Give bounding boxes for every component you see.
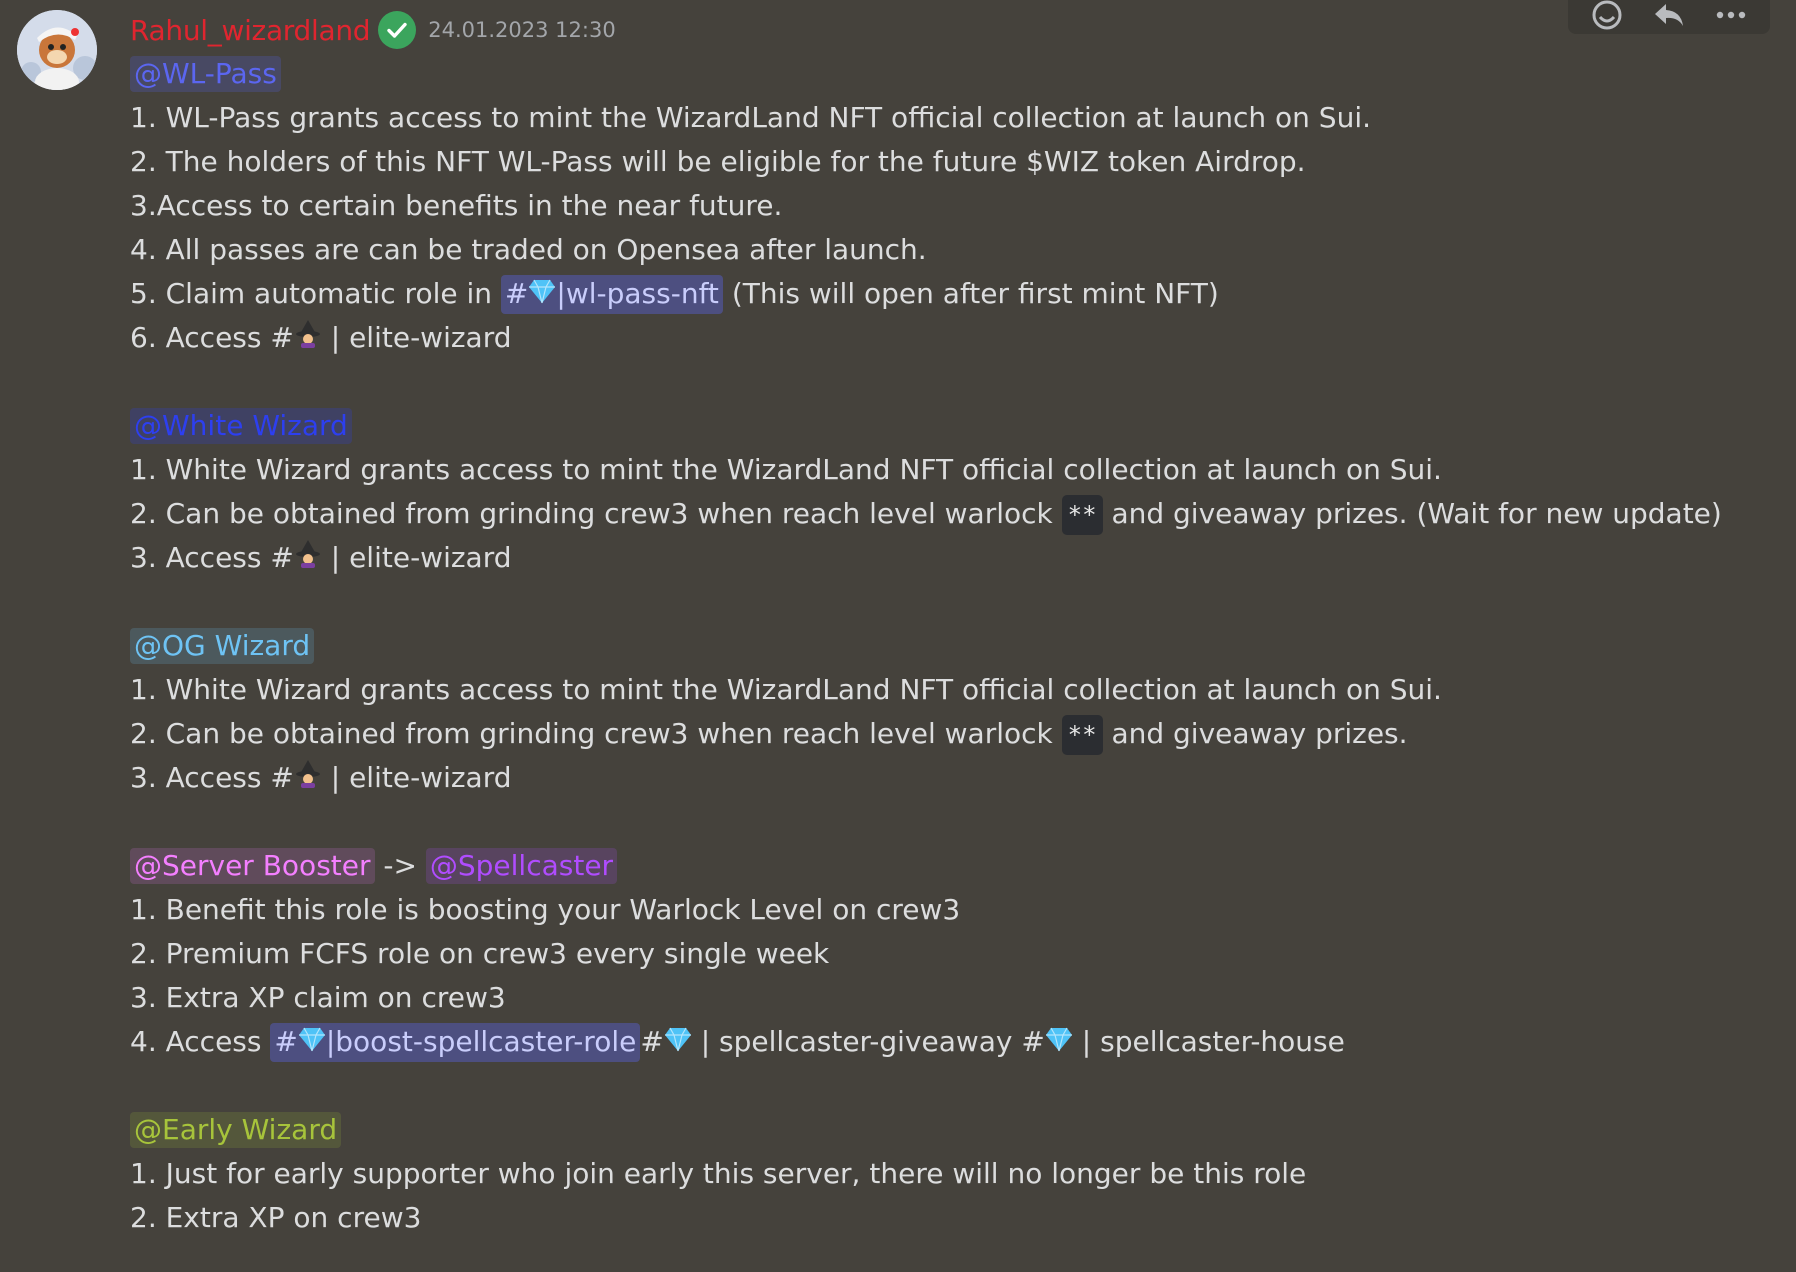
witch-icon	[294, 537, 322, 581]
channel-name[interactable]: elite-wizard	[349, 761, 511, 794]
text-line: 1. Benefit this role is boosting your Wa…	[130, 893, 961, 926]
gem-icon	[298, 1024, 326, 1062]
text-line: 2. Can be obtained from grinding crew3 w…	[130, 492, 1770, 536]
text-span: 2. Can be obtained from grinding crew3 w…	[130, 717, 1062, 750]
text-line: 1. White Wizard grants access to mint th…	[130, 453, 1442, 486]
channel-name[interactable]: elite-wizard	[349, 321, 511, 354]
witch-icon	[294, 757, 322, 801]
text-line: 1. White Wizard grants access to mint th…	[130, 673, 1442, 706]
gem-icon	[664, 1021, 692, 1065]
text-span: ->	[374, 849, 426, 882]
text-line: 4. Access # |boost-spellcaster-role # | sp…	[130, 1020, 1770, 1064]
gem-icon	[1045, 1021, 1073, 1065]
text-line: 2. Can be obtained from grinding crew3 w…	[130, 712, 1770, 756]
inline-code: **	[1061, 715, 1103, 755]
hash-icon: #	[274, 1025, 298, 1058]
text-line: 3.Access to certain benefits in the near…	[130, 189, 783, 222]
role-mention-server-booster[interactable]: @Server Booster	[130, 848, 375, 884]
channel-name: |boost-spellcaster-role	[325, 1025, 637, 1058]
timestamp: 24.01.2023 12:30	[428, 18, 616, 42]
channel-name[interactable]: spellcaster-giveaway #	[719, 1025, 1045, 1058]
channel-link-wl-pass-nft[interactable]: # |wl-pass-nft	[500, 275, 723, 314]
more-icon[interactable]	[1709, 0, 1753, 35]
avatar[interactable]	[17, 10, 97, 90]
channel-name[interactable]: elite-wizard	[349, 541, 511, 574]
role-mention-spellcaster[interactable]: @Spellcaster	[425, 848, 618, 884]
verified-icon	[378, 11, 417, 49]
channel-name: |wl-pass-nft	[556, 277, 719, 310]
username[interactable]: Rahul_wizardland	[130, 14, 371, 47]
message-toolbar	[1568, 0, 1770, 34]
add-reaction-icon[interactable]	[1585, 0, 1629, 35]
text-line: 5. Claim automatic role in # |wl-pass-nft…	[130, 272, 1770, 316]
separator: |	[321, 321, 350, 354]
role-mention-wl-pass[interactable]: @WL-Pass	[130, 56, 281, 92]
text-line: 3. Access # | elite-wizard	[130, 536, 1770, 580]
hash-icon: #	[504, 277, 529, 310]
separator: |	[691, 1025, 720, 1058]
text-line: 3. Extra XP claim on crew3	[130, 981, 506, 1014]
text-line: 2. Premium FCFS role on crew3 every sing…	[130, 937, 830, 970]
channel-name[interactable]: spellcaster-house	[1100, 1025, 1345, 1058]
text-line: 3. Access # | elite-wizard	[130, 756, 1770, 800]
message-header: Rahul_wizardland 24.01.2023 12:30	[130, 8, 616, 52]
text-span: (This will open after first mint NFT)	[722, 277, 1219, 310]
hash-text: #	[640, 1025, 664, 1058]
inline-code: **	[1061, 495, 1103, 535]
reply-icon[interactable]	[1647, 0, 1691, 35]
text-line: @Server Booster -> @Spellcaster	[130, 844, 1770, 888]
text-span: 3. Access #	[130, 761, 294, 794]
text-span: 2. Can be obtained from grinding crew3 w…	[130, 497, 1062, 530]
text-span: and giveaway prizes. (Wait for new updat…	[1102, 497, 1722, 530]
separator: |	[321, 541, 350, 574]
text-span: 4. Access	[130, 1025, 271, 1058]
role-mention-og-wizard[interactable]: @OG Wizard	[130, 628, 315, 664]
chat-message: Rahul_wizardland 24.01.2023 12:30 @WL-Pa…	[0, 0, 1796, 1272]
message-content: @WL-Pass 1. WL-Pass grants access to min…	[130, 52, 1770, 1240]
text-line: 4. All passes are can be traded on Opens…	[130, 233, 927, 266]
witch-icon	[294, 317, 322, 361]
role-mention-white-wizard[interactable]: @White Wizard	[130, 408, 352, 444]
text-span: 5. Claim automatic role in	[130, 277, 501, 310]
text-line: 2. The holders of this NFT WL-Pass will …	[130, 145, 1306, 178]
gem-icon	[528, 276, 556, 314]
text-line: 2. Extra XP on crew3	[130, 1201, 422, 1234]
separator: |	[1072, 1025, 1101, 1058]
text-span: and giveaway prizes.	[1102, 717, 1408, 750]
text-line: 1. WL-Pass grants access to mint the Wiz…	[130, 101, 1371, 134]
separator: |	[321, 761, 350, 794]
text-line: 1. Just for early supporter who join ear…	[130, 1157, 1307, 1190]
channel-link-boost-spellcaster-role[interactable]: # |boost-spellcaster-role	[270, 1023, 641, 1062]
role-mention-early-wizard[interactable]: @Early Wizard	[130, 1112, 342, 1148]
text-span: 3. Access #	[130, 541, 294, 574]
text-span: 6. Access #	[130, 321, 294, 354]
text-line: 6. Access # | elite-wizard	[130, 316, 1770, 360]
